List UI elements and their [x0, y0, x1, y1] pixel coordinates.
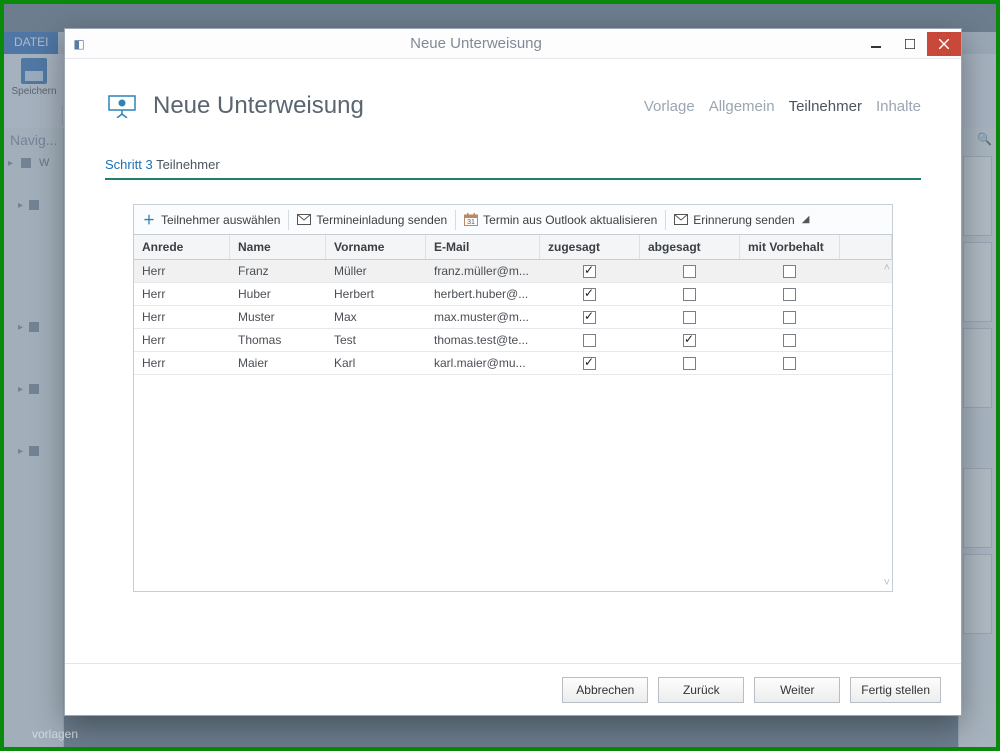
presentation-icon: [105, 89, 139, 123]
cell-anrede: Herr: [134, 306, 230, 328]
send-invite-button[interactable]: Termineinladung senden: [289, 205, 455, 234]
tab-allgemein[interactable]: Allgemein: [709, 98, 775, 115]
checkbox[interactable]: [583, 334, 596, 347]
app-icon: ◧: [65, 37, 93, 51]
cell-vorname: Herbert: [326, 283, 426, 305]
cell-anrede: Herr: [134, 260, 230, 282]
checkbox[interactable]: [783, 334, 796, 347]
checkbox[interactable]: [683, 265, 696, 278]
dialog-heading: Neue Unterweisung: [153, 92, 364, 120]
cell-anrede: Herr: [134, 283, 230, 305]
cell-anrede: Herr: [134, 352, 230, 374]
cell-vorname: Karl: [326, 352, 426, 374]
col-zugesagt[interactable]: zugesagt: [540, 235, 640, 259]
tab-teilnehmer[interactable]: Teilnehmer: [789, 98, 862, 115]
cell-name: Thomas: [230, 329, 326, 351]
finish-button[interactable]: Fertig stellen: [850, 677, 941, 703]
dialog-titlebar[interactable]: ◧ Neue Unterweisung: [65, 29, 961, 59]
scroll-up-icon: ˄: [884, 262, 890, 274]
tab-inhalte[interactable]: Inhalte: [876, 98, 921, 115]
cell-name: Maier: [230, 352, 326, 374]
checkbox[interactable]: [783, 265, 796, 278]
cell-name: Franz: [230, 260, 326, 282]
dropdown-arrow-icon: ◢: [802, 214, 810, 225]
checkbox[interactable]: [683, 334, 696, 347]
col-abgesagt[interactable]: abgesagt: [640, 235, 740, 259]
table-row[interactable]: HerrMusterMaxmax.muster@m...: [134, 306, 892, 329]
checkbox[interactable]: [583, 357, 596, 370]
select-participants-button[interactable]: ＋ Teilnehmer auswählen: [134, 205, 288, 234]
bg-footer-text: vorlagen: [32, 727, 78, 741]
checkbox[interactable]: [783, 311, 796, 324]
checkbox[interactable]: [783, 288, 796, 301]
cell-email: thomas.test@te...: [426, 329, 540, 351]
tab-vorlage[interactable]: Vorlage: [644, 98, 695, 115]
cell-vorname: Max: [326, 306, 426, 328]
dialog-title: Neue Unterweisung: [93, 35, 859, 52]
envelope-icon: [674, 213, 688, 227]
checkbox[interactable]: [683, 288, 696, 301]
maximize-button[interactable]: [893, 32, 927, 56]
svg-text:31: 31: [467, 219, 475, 226]
next-button[interactable]: Weiter: [754, 677, 840, 703]
step-label: Schritt 3 Teilnehmer: [105, 157, 921, 172]
checkbox[interactable]: [583, 311, 596, 324]
table-row[interactable]: HerrThomasTestthomas.test@te...: [134, 329, 892, 352]
cell-anrede: Herr: [134, 329, 230, 351]
cell-email: max.muster@m...: [426, 306, 540, 328]
close-button[interactable]: [927, 32, 961, 56]
col-anrede[interactable]: Anrede: [134, 235, 230, 259]
table-row[interactable]: HerrFranzMüllerfranz.müller@m...: [134, 260, 892, 283]
cancel-button[interactable]: Abbrechen: [562, 677, 648, 703]
checkbox[interactable]: [583, 265, 596, 278]
table-header: Anrede Name Vorname E-Mail zugesagt abge…: [134, 235, 892, 260]
checkbox[interactable]: [783, 357, 796, 370]
cell-email: karl.maier@mu...: [426, 352, 540, 374]
calendar-icon: 31: [464, 213, 478, 227]
cell-email: franz.müller@m...: [426, 260, 540, 282]
cell-vorname: Test: [326, 329, 426, 351]
dialog-neue-unterweisung: ◧ Neue Unterweisung Neue Unterweisung: [64, 28, 962, 716]
col-email[interactable]: E-Mail: [426, 235, 540, 259]
table-row[interactable]: HerrHuberHerbertherbert.huber@...: [134, 283, 892, 306]
table-row[interactable]: HerrMaierKarlkarl.maier@mu...: [134, 352, 892, 375]
cell-name: Muster: [230, 306, 326, 328]
cell-name: Huber: [230, 283, 326, 305]
scroll-down-icon: ˅: [884, 577, 890, 589]
checkbox[interactable]: [683, 311, 696, 324]
plus-icon: ＋: [142, 213, 156, 227]
cell-vorname: Müller: [326, 260, 426, 282]
checkbox[interactable]: [683, 357, 696, 370]
col-name[interactable]: Name: [230, 235, 326, 259]
send-reminder-button[interactable]: Erinnerung senden ◢: [666, 205, 817, 234]
col-vorbehalt[interactable]: mit Vorbehalt: [740, 235, 840, 259]
back-button[interactable]: Zurück: [658, 677, 744, 703]
participants-table: ＋ Teilnehmer auswählen Termineinladung s…: [133, 204, 893, 592]
wizard-tabs: Vorlage Allgemein Teilnehmer Inhalte: [644, 98, 921, 115]
minimize-button[interactable]: [859, 32, 893, 56]
table-body[interactable]: ˄ ˅ HerrFranzMüllerfranz.müller@m...Herr…: [134, 260, 892, 591]
cell-email: herbert.huber@...: [426, 283, 540, 305]
col-vorname[interactable]: Vorname: [326, 235, 426, 259]
checkbox[interactable]: [583, 288, 596, 301]
refresh-outlook-button[interactable]: 31 Termin aus Outlook aktualisieren: [456, 205, 665, 234]
envelope-icon: [297, 213, 311, 227]
